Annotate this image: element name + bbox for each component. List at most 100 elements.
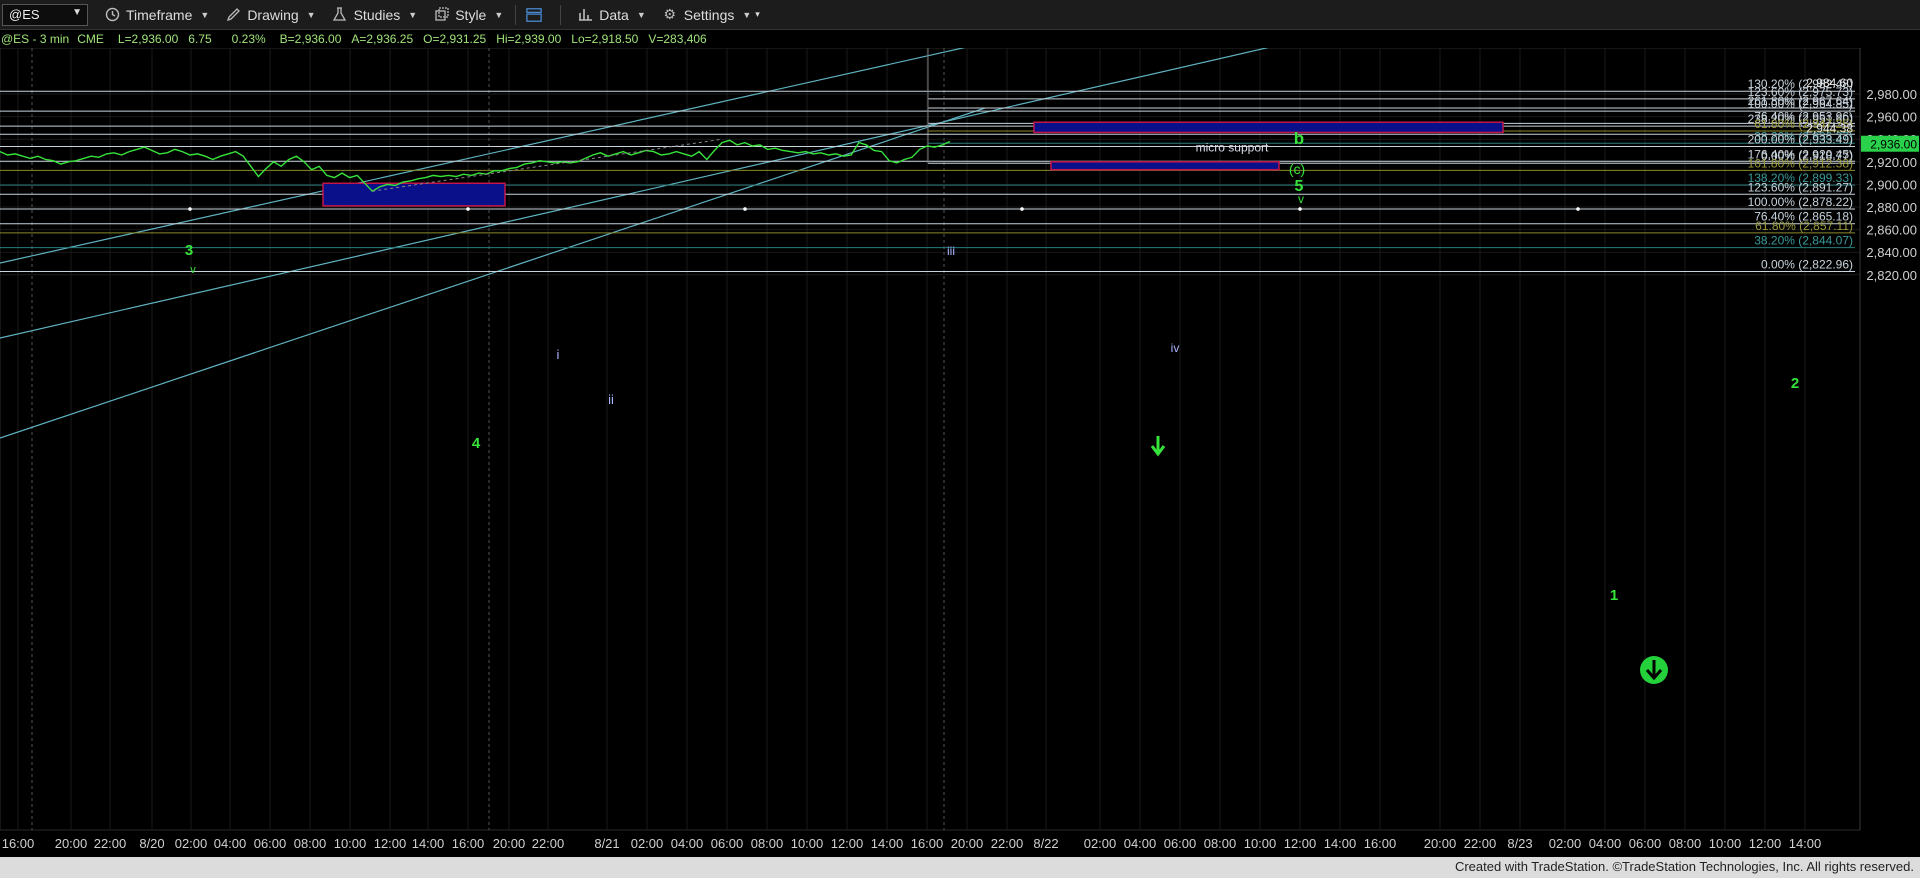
x-tick-label: 16:00 [2, 836, 35, 851]
data-label: Data [599, 6, 629, 23]
chevron-down-icon: ▼ [494, 9, 504, 20]
more-menu-icon[interactable]: ▾ [755, 9, 760, 20]
level-marker-dot [1576, 207, 1580, 211]
quote-bid: B=2,936.00 [279, 32, 342, 46]
target-boxes [322, 121, 1504, 207]
x-tick-label: 12:00 [831, 836, 864, 851]
level-marker-dot [188, 207, 192, 211]
x-tick-label: 10:00 [1709, 836, 1742, 851]
symbol-selector[interactable]: @ES ▼ [2, 3, 88, 26]
y-tick-label: 2,900.00 [1866, 177, 1917, 192]
y-tick-label: 2,860.00 [1866, 223, 1917, 238]
settings-label: Settings [683, 6, 735, 23]
y-tick-label: 2,960.00 [1866, 110, 1917, 125]
flask-icon [332, 7, 348, 23]
x-tick-label: 16:00 [1364, 836, 1397, 851]
quote-bar: @ES - 3 min CME L=2,936.00 6.75 0.23% B=… [0, 30, 1860, 48]
x-tick-label: 8/22 [1033, 836, 1058, 851]
fib-label: 0.00% (2,822.96) [1761, 257, 1853, 271]
wave-label: iv [1171, 341, 1180, 355]
chevron-down-icon: ▼ [306, 9, 316, 20]
chevron-down-icon: ▼ [408, 9, 418, 20]
wave-label: 3 [185, 242, 193, 259]
wave-label: v [190, 264, 196, 276]
wave-label: ii [608, 392, 614, 407]
x-axis: 16:00 20:00 22:00 8/20 02:00 04:00 06:00 08:00 1… [2, 836, 1822, 851]
quote-volume: V=283,406 [648, 32, 707, 46]
wave-label: b [1294, 129, 1304, 148]
style-icon [433, 7, 449, 23]
quote-exchange: CME [77, 32, 104, 46]
y-tick-label: 2,840.00 [1866, 245, 1917, 260]
quote-open: O=2,931.25 [423, 32, 487, 46]
x-tick-label: 04:00 [1589, 836, 1622, 851]
y-axis: 2,980.002,960.002,940.002,920.002,900.00… [1859, 48, 1919, 830]
x-tick-label: 14:00 [871, 836, 904, 851]
drawing-label: Drawing [247, 6, 299, 23]
x-tick-label: 16:00 [911, 836, 944, 851]
x-tick-label: 04:00 [671, 836, 704, 851]
x-tick-label: 06:00 [711, 836, 744, 851]
x-tick-label: 08:00 [1204, 836, 1237, 851]
x-tick-label: 14:00 [1324, 836, 1357, 851]
x-tick-label: 12:00 [1749, 836, 1782, 851]
x-tick-label: 08:00 [1669, 836, 1702, 851]
x-tick-label: 02:00 [631, 836, 664, 851]
fib-label: 38.20% (2,844.07) [1754, 234, 1853, 248]
down-arrow-icon [1150, 436, 1166, 457]
wave-label: 5 [1295, 178, 1304, 195]
wave-label: 1 [1610, 587, 1618, 604]
x-tick-label: 20:00 [493, 836, 526, 851]
x-tick-label: 12:00 [374, 836, 407, 851]
x-tick-label: 06:00 [1164, 836, 1197, 851]
quote-last: L=2,936.00 [117, 32, 179, 46]
quote-change-pct: 0.23% [231, 32, 266, 46]
x-tick-label: 12:00 [1284, 836, 1317, 851]
layout-icon [526, 7, 542, 23]
chevron-down-icon: ▼ [636, 9, 646, 20]
drawing-menu[interactable]: Drawing ▼ [225, 6, 316, 23]
timeframe-menu[interactable]: Timeframe ▼ [104, 7, 209, 23]
layout-button[interactable] [526, 7, 548, 23]
data-menu[interactable]: Data ▼ [577, 7, 646, 23]
annotation-micro-support: micro support [1196, 140, 1269, 154]
x-tick-label: 22:00 [532, 836, 565, 851]
price-chart[interactable]: 130.20% (2,982.48)123.60% (2,975.73)261.… [0, 48, 1920, 857]
x-tick-label: 02:00 [1549, 836, 1582, 851]
studies-menu[interactable]: Studies ▼ [332, 7, 418, 23]
quote-ask: A=2,936.25 [351, 32, 414, 46]
x-tick-label: 8/23 [1507, 836, 1532, 851]
timeframe-label: Timeframe [126, 6, 193, 23]
x-tick-label: 04:00 [214, 836, 247, 851]
trend-channel [0, 48, 1269, 439]
annotations: micro support [188, 140, 1668, 684]
fib-label: 61.80% (2,857.11) [1755, 219, 1853, 233]
channel-line [0, 107, 986, 439]
x-tick-label: 14:00 [412, 836, 445, 851]
settings-menu[interactable]: ⚙ Settings ▼ [662, 6, 751, 23]
x-tick-label: 10:00 [791, 836, 824, 851]
target-box [1033, 121, 1504, 134]
wave-label: iii [947, 244, 955, 258]
level-marker-dot [466, 207, 470, 211]
x-tick-label: 20:00 [951, 836, 984, 851]
x-tick-label: 22:00 [991, 836, 1024, 851]
wave-label: i [557, 347, 560, 362]
level-marker-dot [1020, 207, 1024, 211]
clock-icon [104, 7, 120, 23]
price-label: 2,984.60 [1806, 76, 1853, 90]
quote-high: Hi=2,939.00 [496, 32, 562, 46]
x-tick-label: 02:00 [175, 836, 208, 851]
style-menu[interactable]: Style ▼ [433, 7, 503, 23]
footer-credit: Created with TradeStation. ©TradeStation… [1454, 859, 1914, 874]
wave-label: (c) [1289, 161, 1305, 177]
toolbar: @ES ▼ Timeframe ▼ Drawing ▼ Studies ▼ St… [0, 0, 1920, 30]
wave-label: 2 [1791, 375, 1799, 392]
x-tick-label: 10:00 [334, 836, 367, 851]
fib-label: 161.80% (2,912.38) [1748, 156, 1853, 170]
level-marker-dot [743, 207, 747, 211]
target-box [1050, 161, 1280, 171]
x-tick-label: 16:00 [452, 836, 485, 851]
down-circle-arrow-icon [1640, 656, 1668, 684]
footer: Created with TradeStation. ©TradeStation… [0, 857, 1920, 878]
